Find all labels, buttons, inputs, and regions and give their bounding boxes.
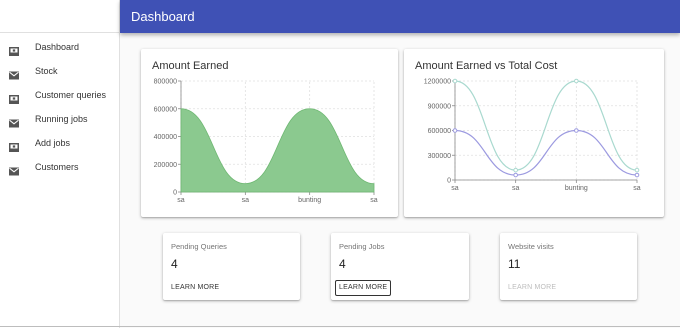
x-tick-label: bunting (298, 197, 321, 204)
y-tick-label: 600000 (428, 128, 451, 135)
x-tick-label: sa (242, 197, 250, 204)
sidebar-item-add-jobs[interactable]: Add jobs (0, 132, 120, 156)
mail-icon (9, 67, 19, 80)
dashboard-icon (9, 91, 19, 104)
pending-jobs-card: Pending Jobs 4 LEARN MORE (331, 233, 469, 300)
data-point (452, 128, 458, 133)
sidebar-item-label: Dashboard (35, 42, 80, 52)
data-point (513, 167, 518, 173)
sidebar-item-label: Add jobs (35, 138, 71, 148)
sidebar-item-stock[interactable]: Stock (0, 60, 120, 84)
sidebar-item-label: Customer queries (35, 90, 107, 100)
stat-value: 11 (508, 257, 521, 271)
earned-vs-cost-card: Amount Earned vs Total Cost 0 300000 60000… (404, 49, 664, 217)
y-tick-label: 400000 (154, 134, 177, 141)
x-tick-label: sa (177, 197, 185, 204)
data-point (634, 172, 640, 178)
website-visits-card: Website visits 11 LEARN MORE (500, 233, 637, 300)
learn-more-button[interactable]: LEARN MORE (167, 280, 223, 296)
mail-icon (9, 115, 19, 128)
earned-vs-cost-chart: 03000006000009000001200000sasabuntingsaa… (424, 78, 641, 193)
stat-label: Website visits (508, 242, 554, 251)
stat-value: 4 (339, 257, 346, 271)
sidebar-item-label: Stock (35, 66, 58, 76)
y-tick-label: 200000 (154, 162, 177, 169)
data-point (634, 167, 640, 173)
stat-label: Pending Jobs (339, 242, 385, 251)
data-point (452, 78, 458, 84)
pending-queries-card: Pending Queries 4 LEARN MORE (163, 233, 300, 300)
y-tick-label: 800000 (154, 79, 177, 86)
y-tick-label: 300000 (428, 153, 451, 160)
learn-more-button[interactable]: LEARN MORE (504, 280, 560, 296)
x-tick-label: sa (633, 185, 641, 192)
y-tick-label: 0 (447, 178, 451, 185)
y-tick-label: 600000 (154, 106, 177, 113)
dashboard-icon (9, 139, 19, 152)
data-point (574, 78, 579, 84)
x-tick-label: sa (370, 197, 378, 204)
x-tick-label: sa (512, 185, 520, 192)
amount-earned-chart: 0 200000 400000 600000 800000 sa sa bunting sa (154, 79, 378, 205)
sidebar-item-running-jobs[interactable]: Running jobs (0, 108, 120, 132)
data-point (574, 128, 579, 133)
x-tick-label: sa (451, 185, 459, 192)
y-tick-label: 1200000 (424, 79, 451, 86)
stat-label: Pending Queries (171, 242, 227, 251)
mail-icon (9, 163, 19, 176)
line-series-amountEarned (454, 129, 638, 176)
app-title: Dashboard (131, 9, 195, 24)
sidebar-item-label: Running jobs (35, 114, 88, 124)
y-tick-label: 900000 (428, 103, 451, 110)
app-bar: Dashboard (120, 0, 680, 33)
sidebar-item-dashboard[interactable]: Dashboard (0, 36, 120, 60)
sidebar-item-customers[interactable]: Customers (0, 156, 120, 180)
stat-value: 4 (171, 257, 178, 271)
sidebar-item-label: Customers (35, 162, 79, 172)
learn-more-button[interactable]: LEARN MORE (335, 280, 392, 296)
amount-earned-card: Amount Earned 0 200000 400000 600000 800000 s… (141, 49, 398, 217)
data-point (513, 172, 518, 178)
x-tick-label: bunting (565, 185, 588, 192)
sidebar-header (0, 0, 119, 33)
y-tick-label: 0 (173, 190, 177, 197)
dashboard-icon (9, 43, 19, 56)
divider (0, 326, 680, 327)
sidebar-item-customer-queries[interactable]: Customer queries (0, 84, 120, 108)
area-series (180, 108, 375, 193)
